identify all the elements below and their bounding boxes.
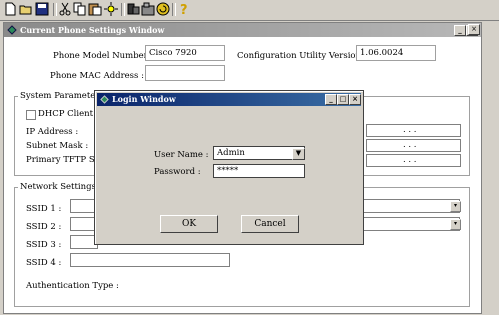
toolbar-separator [121, 3, 125, 16]
tftp-server-field[interactable]: . . . [366, 154, 461, 167]
network-settings-title: Network Settings [18, 182, 98, 192]
ssid4-label: SSID 4 : [26, 258, 62, 268]
copy-icon[interactable] [73, 2, 87, 16]
minimize-button[interactable]: _ [454, 25, 466, 36]
phone-model-label: Phone Model Number : [53, 51, 154, 61]
cut-icon[interactable] [58, 2, 72, 16]
ok-button[interactable]: OK [160, 215, 218, 233]
mac-address-label: Phone MAC Address : [50, 71, 144, 81]
phone-model-field: Cisco 7920 [145, 45, 225, 61]
login-dialog-title: Login Window [112, 94, 176, 104]
window-title-bar: Current Phone Settings Window _ □ [4, 23, 481, 37]
svg-text:?: ? [180, 3, 188, 16]
login-dialog-title-bar: Login Window _ □ × [97, 93, 361, 106]
login-minimize-button[interactable]: _ [325, 94, 337, 105]
ip-address-label: IP Address : [26, 127, 79, 137]
config-version-field: 1.06.0024 [356, 45, 436, 61]
ssid1-label: SSID 1 : [26, 204, 62, 214]
folder-icon[interactable] [141, 2, 155, 16]
new-icon[interactable] [3, 2, 17, 16]
paste-icon[interactable] [88, 2, 102, 16]
ssid4-field[interactable] [70, 253, 230, 267]
save-icon[interactable] [35, 2, 49, 16]
ssid3-label: SSID 3 : [26, 240, 62, 250]
ssid2-dropdown-arrow[interactable]: ▾ [450, 219, 461, 230]
toolbar-separator [172, 3, 176, 16]
phone-settings-icon [7, 25, 17, 35]
ssid1-dropdown-arrow[interactable]: ▾ [450, 201, 461, 212]
mac-address-field [145, 65, 225, 81]
username-label: User Name : [154, 150, 209, 160]
ip-address-field[interactable]: . . . [366, 124, 461, 137]
dhcp-label: DHCP Client [38, 109, 94, 119]
close-button[interactable]: × [468, 24, 480, 35]
help-icon[interactable]: ? [177, 2, 191, 16]
login-close-button[interactable]: × [349, 94, 361, 105]
login-window-icon [100, 95, 109, 104]
chevron-down-icon[interactable]: ▼ [292, 148, 305, 160]
subnet-mask-field[interactable]: . . . [366, 139, 461, 152]
open-icon[interactable] [19, 2, 33, 16]
login-maximize-button[interactable]: □ [337, 94, 349, 105]
toolbar: ? [0, 0, 499, 21]
authentication-type-label: Authentication Type : [26, 281, 119, 291]
settings-icon[interactable] [104, 2, 118, 16]
dhcp-checkbox[interactable] [26, 110, 36, 120]
window-title: Current Phone Settings Window [20, 25, 165, 35]
toolbar-separator [53, 3, 57, 16]
phone-icon[interactable] [126, 2, 140, 16]
subnet-mask-label: Subnet Mask : [26, 141, 89, 151]
cancel-button[interactable]: Cancel [241, 215, 299, 233]
login-dialog: Login Window _ □ × User Name : Admin ▼ P… [94, 90, 364, 245]
password-field[interactable]: ***** [213, 164, 305, 178]
refresh-icon[interactable] [156, 2, 170, 16]
system-parameters-title: System Parameters [18, 91, 106, 101]
password-label: Password : [154, 167, 201, 177]
ssid2-label: SSID 2 : [26, 222, 62, 232]
config-version-label: Configuration Utility Version : [237, 51, 367, 61]
